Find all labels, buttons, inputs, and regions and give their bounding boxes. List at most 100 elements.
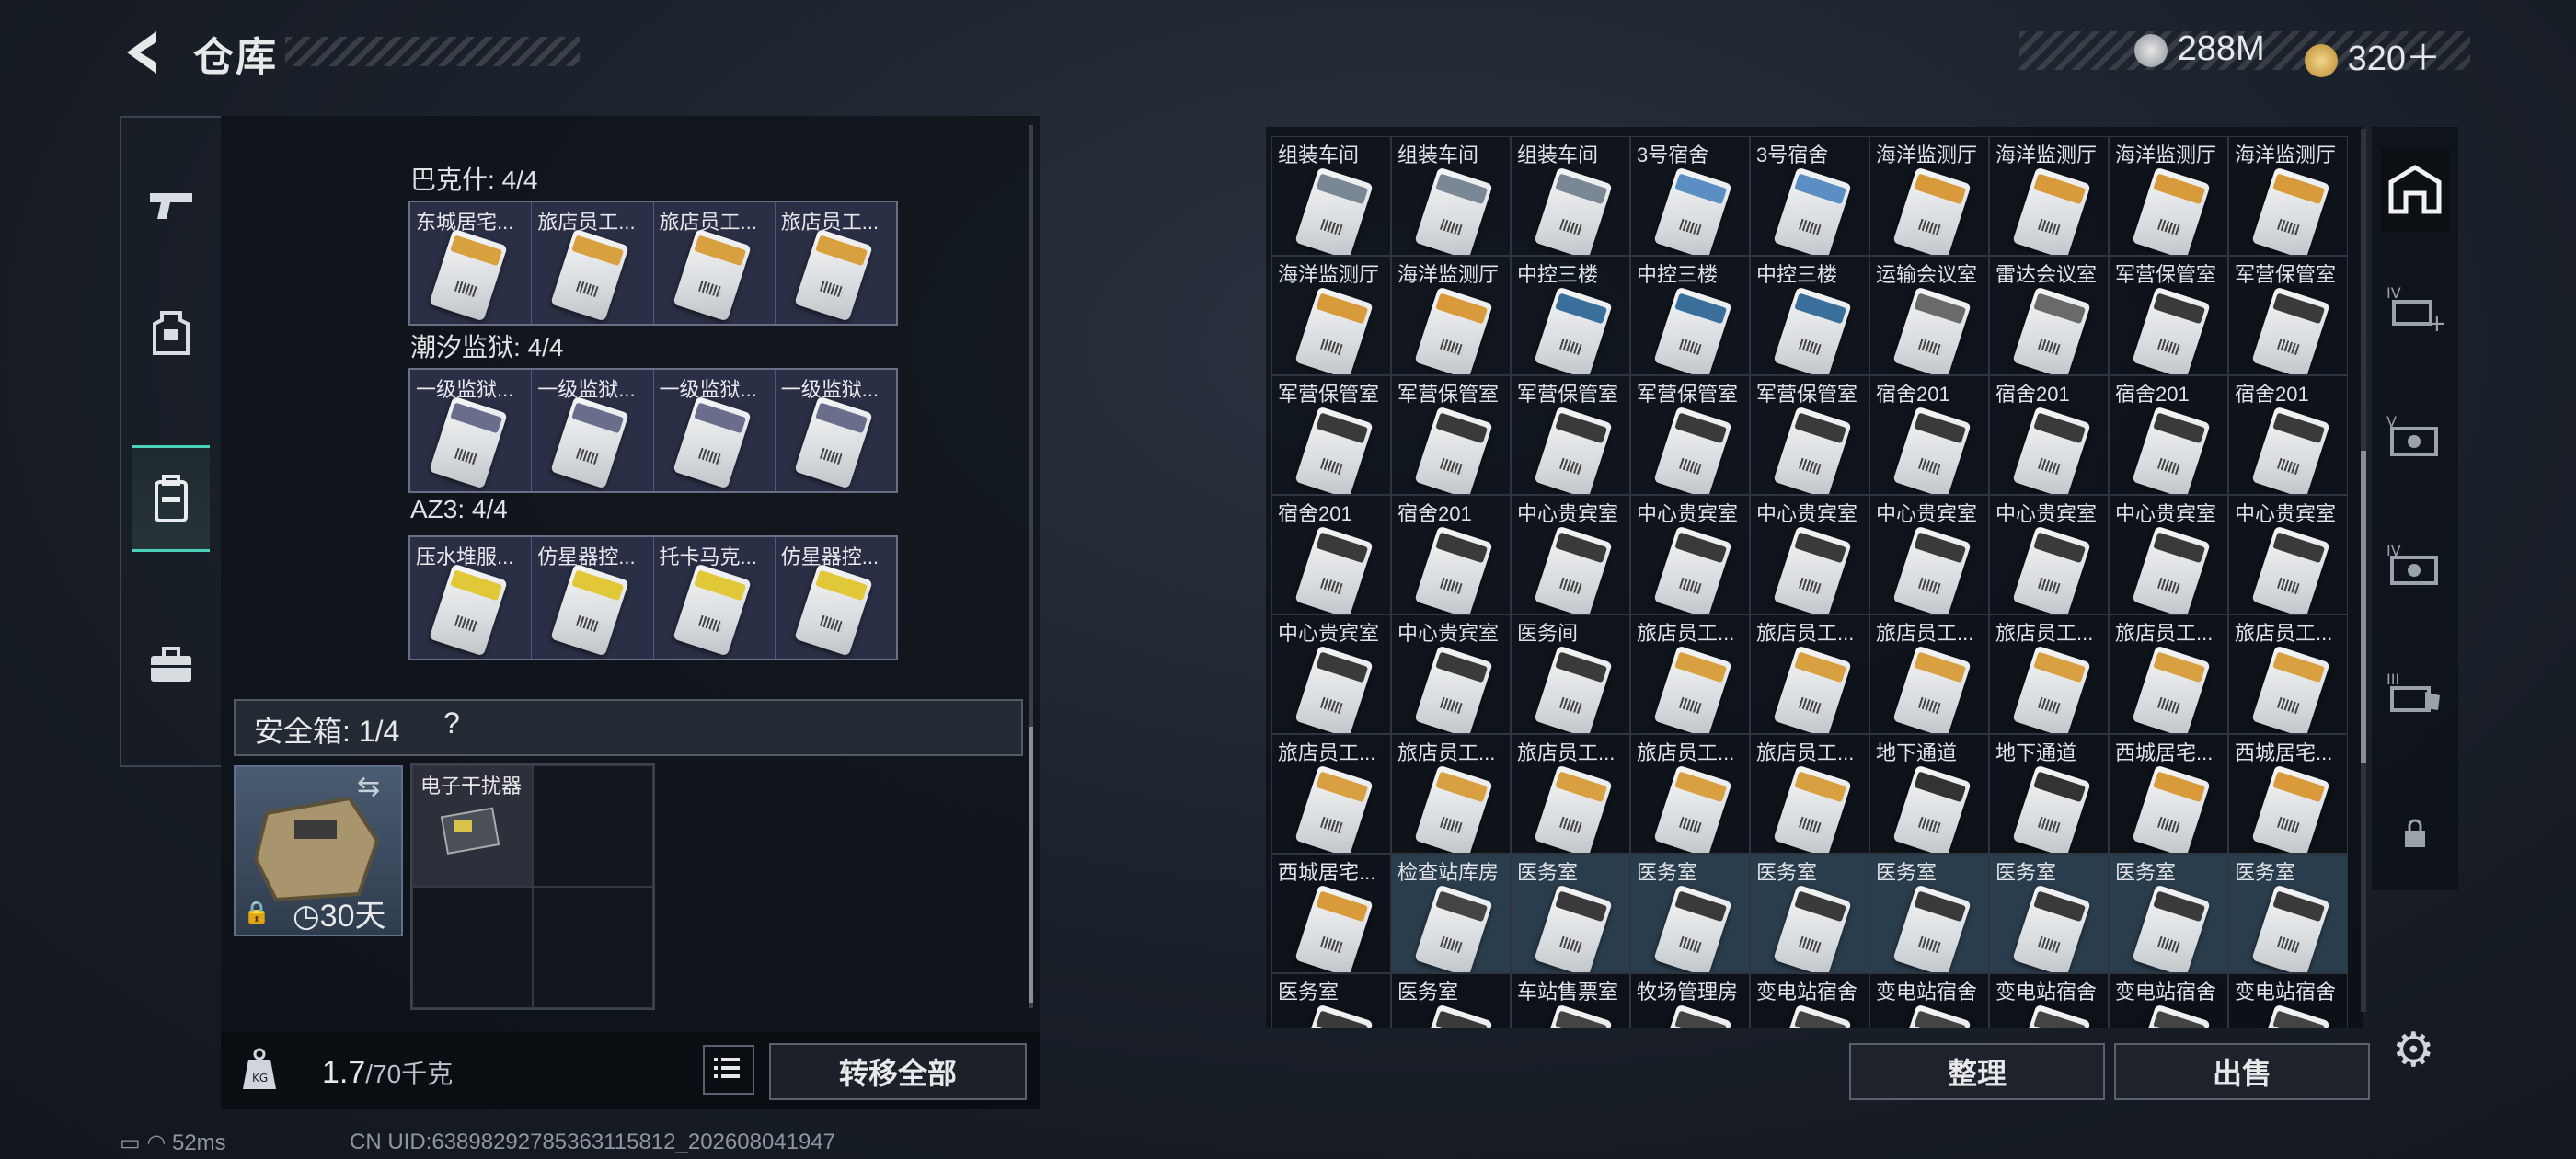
storage-item[interactable]: 旅店员工... — [1391, 734, 1511, 854]
scroll-thumb[interactable] — [1029, 727, 1033, 1003]
storage-item[interactable]: 车站售票室 — [1511, 973, 1630, 1028]
storage-item[interactable]: 医务室 — [2228, 854, 2348, 973]
storage-item[interactable]: 海洋监测厅 — [1391, 256, 1511, 375]
storage-item[interactable]: 组装车间 — [1391, 136, 1511, 256]
key-slot[interactable]: 压水堆服... — [410, 537, 533, 659]
tab-armor[interactable] — [132, 283, 210, 384]
key-slot[interactable]: 托卡马克... — [654, 537, 776, 659]
storage-item[interactable]: 旅店员工... — [1750, 734, 1869, 854]
filter-lv3[interactable]: III — [2381, 651, 2449, 736]
key-slot[interactable]: 仿星器控... — [532, 537, 654, 659]
storage-item[interactable]: 旅店员工... — [1630, 614, 1750, 734]
safe-slot[interactable] — [533, 887, 653, 1008]
storage-item[interactable]: 西城居宅... — [2228, 734, 2348, 854]
storage-item[interactable]: 军营保管室 — [1630, 375, 1750, 495]
storage-item[interactable]: 中心贵宾室 — [1750, 495, 1869, 614]
filter-all[interactable] — [2381, 147, 2449, 232]
storage-item[interactable]: 变电站宿舍 — [1750, 973, 1869, 1028]
storage-item[interactable]: 军营保管室 — [1750, 375, 1869, 495]
safe-slot[interactable]: 电子干扰器 — [412, 765, 533, 887]
key-slot[interactable]: 一级监狱... — [532, 370, 654, 491]
storage-item[interactable]: 医务间 — [1511, 614, 1630, 734]
scroll-thumb[interactable] — [2361, 451, 2366, 763]
storage-item[interactable]: 西城居宅... — [2109, 734, 2228, 854]
back-icon[interactable] — [120, 28, 166, 77]
storage-item[interactable]: 海洋监测厅 — [1869, 136, 1989, 256]
storage-item[interactable]: 旅店员工... — [1750, 614, 1869, 734]
tab-backpack[interactable] — [132, 445, 210, 552]
storage-item[interactable]: 旅店员工... — [1511, 734, 1630, 854]
storage-item[interactable]: 地下通道 — [1989, 734, 2109, 854]
storage-item[interactable]: 医务室 — [1630, 854, 1750, 973]
storage-item[interactable]: 变电站宿舍 — [2228, 973, 2348, 1028]
storage-item[interactable]: 旅店员工... — [1271, 734, 1391, 854]
settings-icon[interactable]: ⚙ — [2392, 1023, 2435, 1078]
list-view-button[interactable] — [703, 1045, 754, 1095]
gold-currency[interactable]: 320＋ — [2305, 29, 2441, 80]
storage-item[interactable]: 宿舍201 — [1869, 375, 1989, 495]
sell-button[interactable]: 出售 — [2114, 1043, 2370, 1100]
storage-item[interactable]: 宿舍201 — [2228, 375, 2348, 495]
storage-item[interactable]: 中心贵宾室 — [1989, 495, 2109, 614]
storage-item[interactable]: 宿舍201 — [1391, 495, 1511, 614]
storage-item[interactable]: 组装车间 — [1511, 136, 1630, 256]
storage-item[interactable]: 医务室 — [1511, 854, 1630, 973]
storage-item[interactable]: 军营保管室 — [2109, 256, 2228, 375]
storage-item[interactable]: 宿舍201 — [1989, 375, 2109, 495]
storage-item[interactable]: 海洋监测厅 — [1271, 256, 1391, 375]
storage-item[interactable]: 中心贵宾室 — [1630, 495, 1750, 614]
tab-case[interactable] — [132, 614, 210, 716]
filter-lv5[interactable]: V — [2381, 394, 2449, 478]
storage-item[interactable]: 3号宿舍 — [1630, 136, 1750, 256]
storage-item[interactable]: 变电站宿舍 — [1869, 973, 1989, 1028]
storage-item[interactable]: 中控三楼 — [1630, 256, 1750, 375]
key-slot[interactable]: 东城居宅... — [410, 202, 533, 324]
storage-item[interactable]: 医务室 — [2109, 854, 2228, 973]
move-all-button[interactable]: 转移全部 — [769, 1043, 1027, 1100]
storage-item[interactable]: 中心贵宾室 — [1511, 495, 1630, 614]
key-slot[interactable]: 旅店员工... — [532, 202, 654, 324]
filter-lv4[interactable]: IV — [2381, 522, 2449, 607]
sort-button[interactable]: 整理 — [1849, 1043, 2105, 1100]
storage-item[interactable]: 军营保管室 — [2228, 256, 2348, 375]
storage-item[interactable]: 医务室 — [1391, 973, 1511, 1028]
swap-icon[interactable]: ⇆ — [357, 771, 380, 803]
storage-scrollbar[interactable] — [2361, 129, 2366, 1012]
storage-item[interactable]: 旅店员工... — [2109, 614, 2228, 734]
storage-item[interactable]: 中心贵宾室 — [2228, 495, 2348, 614]
help-icon[interactable]: ? — [443, 706, 460, 740]
storage-item[interactable]: 地下通道 — [1869, 734, 1989, 854]
key-slot[interactable]: 一级监狱... — [410, 370, 533, 491]
storage-item[interactable]: 宿舍201 — [2109, 375, 2228, 495]
storage-item[interactable]: 牧场管理房 — [1630, 973, 1750, 1028]
key-slot[interactable]: 一级监狱... — [654, 370, 776, 491]
storage-item[interactable]: 组装车间 — [1271, 136, 1391, 256]
key-slot[interactable]: 仿星器控... — [776, 537, 896, 659]
storage-item[interactable]: 军营保管室 — [1391, 375, 1511, 495]
storage-item[interactable]: 西城居宅... — [1271, 854, 1391, 973]
storage-item[interactable]: 中控三楼 — [1750, 256, 1869, 375]
storage-item[interactable]: 海洋监测厅 — [2109, 136, 2228, 256]
storage-item[interactable]: 海洋监测厅 — [2228, 136, 2348, 256]
key-slot[interactable]: 一级监狱... — [776, 370, 896, 491]
storage-item[interactable]: 运输会议室 — [1869, 256, 1989, 375]
tab-weapons[interactable] — [132, 155, 210, 256]
key-slot[interactable]: 旅店员工... — [776, 202, 896, 324]
left-scrollbar[interactable] — [1029, 125, 1033, 1008]
safe-slot[interactable] — [533, 765, 653, 887]
safe-slot[interactable] — [412, 887, 533, 1008]
storage-item[interactable]: 雷达会议室 — [1989, 256, 2109, 375]
storage-item[interactable]: 海洋监测厅 — [1989, 136, 2109, 256]
storage-item[interactable]: 医务室 — [1750, 854, 1869, 973]
storage-item[interactable]: 中心贵宾室 — [1869, 495, 1989, 614]
storage-item[interactable]: 宿舍201 — [1271, 495, 1391, 614]
storage-item[interactable]: 军营保管室 — [1511, 375, 1630, 495]
storage-item[interactable]: 中控三楼 — [1511, 256, 1630, 375]
storage-item[interactable]: 旅店员工... — [1989, 614, 2109, 734]
storage-item[interactable]: 3号宿舍 — [1750, 136, 1869, 256]
storage-item[interactable]: 变电站宿舍 — [1989, 973, 2109, 1028]
storage-item[interactable]: 医务室 — [1869, 854, 1989, 973]
storage-item[interactable]: 中心贵宾室 — [2109, 495, 2228, 614]
key-slot[interactable]: 旅店员工... — [654, 202, 776, 324]
storage-item[interactable]: 中心贵宾室 — [1391, 614, 1511, 734]
